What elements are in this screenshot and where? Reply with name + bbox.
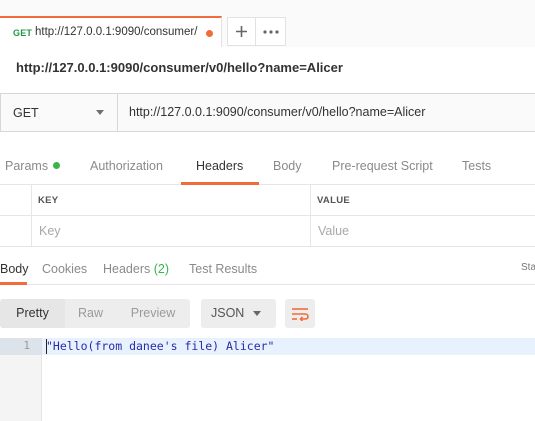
chevron-down-icon [253, 311, 261, 316]
column-header-key: KEY [38, 195, 59, 206]
headers-table: KEY VALUE Key Value [0, 185, 535, 247]
request-name[interactable]: http://127.0.0.1:9090/consumer/v0/hello?… [16, 60, 343, 75]
more-horizontal-icon [262, 29, 279, 34]
header-value-input[interactable]: Value [318, 224, 349, 238]
request-options-tabs: Params Authorization Headers Body Pre-re… [0, 152, 535, 185]
tab-body[interactable]: Body [273, 159, 302, 173]
wrap-lines-icon [292, 307, 309, 321]
column-divider [310, 185, 311, 215]
column-header-value: VALUE [317, 195, 350, 206]
plus-icon [236, 26, 247, 37]
view-raw-button[interactable]: Raw [65, 299, 116, 328]
request-tab-method: GET [13, 28, 33, 38]
headers-count-badge: (2) [153, 262, 170, 276]
tab-tests[interactable]: Tests [462, 159, 491, 173]
format-select[interactable]: JSON [201, 299, 276, 328]
tab-params[interactable]: Params [5, 159, 61, 173]
tab-authorization[interactable]: Authorization [90, 159, 163, 173]
tab-response-body[interactable]: Body [0, 262, 29, 276]
wrap-lines-button[interactable] [285, 299, 315, 328]
format-select-value: JSON [211, 306, 245, 320]
active-tab-indicator [0, 282, 27, 285]
chevron-down-icon [96, 110, 104, 115]
column-divider [310, 216, 311, 246]
request-tab-strip: GET http://127.0.0.1:9090/consumer/ [0, 0, 535, 47]
header-key-input[interactable]: Key [39, 224, 61, 238]
tab-test-results[interactable]: Test Results [189, 262, 257, 276]
column-divider [31, 216, 32, 246]
view-mode-segmented-control: Pretty Raw Preview [0, 299, 190, 328]
new-tab-button[interactable] [227, 17, 255, 46]
tab-pre-request-script[interactable]: Pre-request Script [332, 159, 433, 173]
tab-response-headers[interactable]: Headers (2) [103, 262, 169, 276]
response-body-editor[interactable]: 1 "Hello(from danee's file) Alicer" [0, 338, 535, 421]
headers-table-header-row: KEY VALUE [0, 185, 535, 216]
response-body-line: "Hello(from danee's file) Alicer" [46, 339, 275, 353]
method-select[interactable]: GET [1, 94, 118, 131]
postman-request-window: GET http://127.0.0.1:9090/consumer/ http… [0, 0, 535, 421]
column-divider [31, 185, 32, 215]
response-tabs: Body Cookies Headers (2) Test Results St… [0, 254, 535, 285]
url-bar: GET http://127.0.0.1:9090/consumer/v0/he… [0, 93, 535, 132]
tab-response-headers-label: Headers [103, 262, 151, 276]
view-pretty-button[interactable]: Pretty [0, 299, 65, 328]
request-tab[interactable]: GET http://127.0.0.1:9090/consumer/ [0, 16, 222, 47]
line-number: 1 [23, 339, 30, 352]
view-preview-button[interactable]: Preview [116, 299, 190, 328]
tab-params-label: Params [5, 159, 49, 173]
tab-options-button[interactable] [255, 17, 286, 46]
request-tab-url: http://127.0.0.1:9090/consumer/ [35, 26, 198, 38]
tab-headers[interactable]: Headers [196, 159, 243, 173]
params-indicator-dot [53, 162, 61, 169]
method-select-value: GET [13, 106, 39, 120]
response-status: Sta [521, 262, 535, 273]
tab-cookies[interactable]: Cookies [42, 262, 87, 276]
text-cursor [46, 339, 47, 354]
unsaved-indicator-dot [206, 30, 213, 37]
table-row: Key Value [0, 216, 535, 247]
url-input[interactable]: http://127.0.0.1:9090/consumer/v0/hello?… [129, 105, 425, 119]
